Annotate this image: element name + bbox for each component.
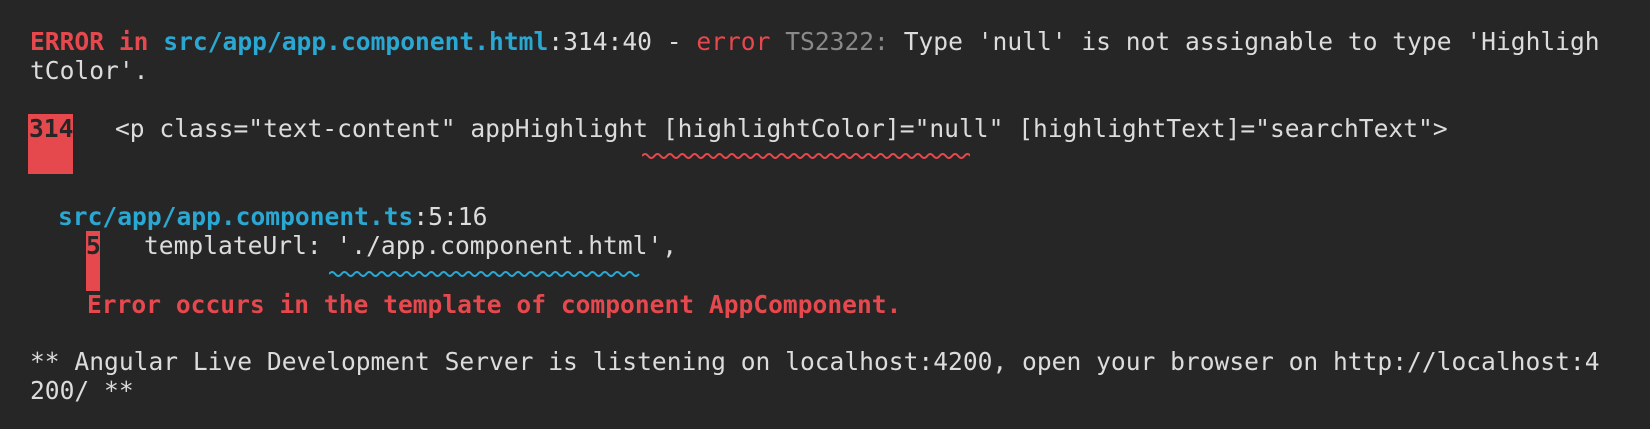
component-code-before: templateUrl: [144, 231, 337, 260]
component-code-after: , [662, 231, 678, 260]
server-message-continued: 200/ ** [30, 376, 134, 405]
template-line-number: 314 [28, 114, 73, 174]
error-header-line: ERROR in src/app/app.component.html:314:… [30, 27, 1600, 57]
error-code: TS2322: [785, 27, 889, 56]
component-location: :5:16 [413, 202, 488, 231]
component-error-note: Error occurs in the template of componen… [87, 290, 902, 319]
component-line-number: 5 [86, 231, 101, 291]
error-word: error [696, 27, 771, 56]
template-code-line: <p class="text-content" appHighlight [hi… [115, 114, 1448, 144]
template-code-highlight: [highlightColor]="null" [662, 114, 1004, 143]
component-code-line: templateUrl: './app.component.html', [144, 231, 677, 261]
error-label: ERROR [30, 27, 105, 56]
server-message-line: ** Angular Live Development Server is li… [30, 347, 1600, 376]
error-message-continued: tColor'. [30, 56, 149, 85]
component-ref-line: src/app/app.component.ts:5:16 [58, 202, 487, 232]
terminal-output: ERROR in src/app/app.component.html:314:… [0, 0, 1650, 429]
error-location: :314:40 - [548, 27, 697, 56]
template-code-before: <p class="text-content" appHighlight [115, 114, 663, 143]
error-message: Type 'null' is not assignable to type 'H… [903, 27, 1600, 56]
in-label: in [118, 27, 149, 56]
error-squiggle-red [642, 153, 970, 159]
component-file-path[interactable]: src/app/app.component.ts [58, 202, 413, 231]
info-squiggle-cyan [329, 271, 640, 277]
template-code-after: [highlightText]="searchText"> [1003, 114, 1448, 143]
error-file-path[interactable]: src/app/app.component.html [163, 27, 548, 56]
component-code-highlight: './app.component.html' [336, 231, 663, 260]
